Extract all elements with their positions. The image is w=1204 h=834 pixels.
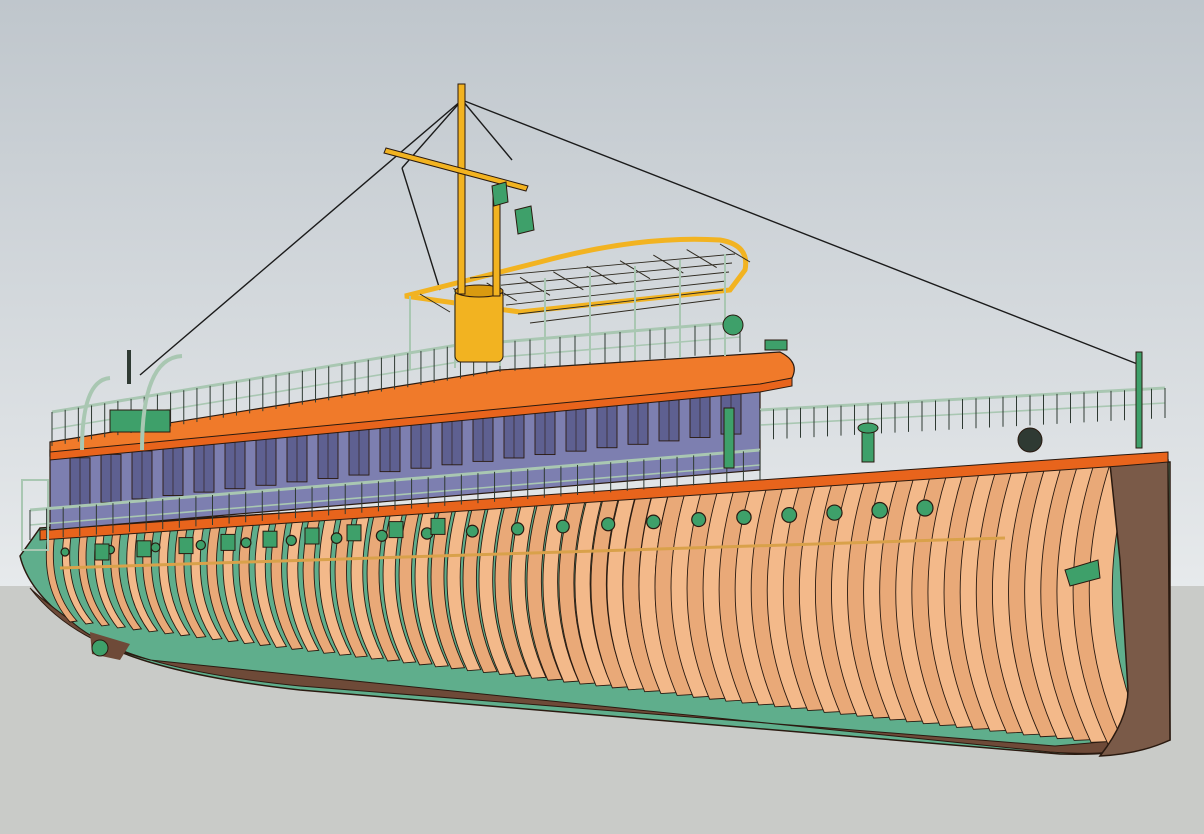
porthole [736,509,752,526]
porthole [60,547,70,557]
porthole [465,524,479,538]
hull-window [430,517,446,535]
porthole [240,537,252,549]
porthole [285,534,297,547]
searchlight-icon [764,339,788,351]
hull-window [220,533,236,551]
lifeboat[interactable] [109,409,171,433]
steering-wheel-icon[interactable] [722,314,744,336]
ventilator-cowl [857,422,879,434]
porthole [375,529,388,542]
hull-window [178,537,194,555]
hull-window [346,524,362,542]
porthole [601,517,616,532]
porthole [916,499,934,517]
ship-model-canvas[interactable] [0,0,1204,834]
funnel-vent-pipe [723,407,735,469]
porthole [646,514,661,530]
hull-window [262,530,278,548]
hull-window [136,540,152,558]
jackstaff [1135,351,1143,449]
porthole [781,506,798,523]
aft-flagstaff [127,350,131,384]
porthole [691,512,707,528]
porthole [510,522,525,536]
porthole [826,504,843,521]
mast [457,83,466,295]
capstan-icon[interactable] [1017,427,1043,453]
hull-window [94,543,110,561]
model-viewport[interactable] [0,0,1204,834]
porthole [150,542,161,553]
porthole [555,519,570,534]
ventilator-icon [514,205,535,235]
funnel[interactable] [454,289,504,363]
porthole [330,532,343,544]
propeller-icon[interactable] [91,639,109,657]
porthole [195,539,207,551]
hull-window [388,521,404,539]
whistle-icon [491,181,509,207]
hull-window [304,527,320,545]
porthole [871,501,889,519]
